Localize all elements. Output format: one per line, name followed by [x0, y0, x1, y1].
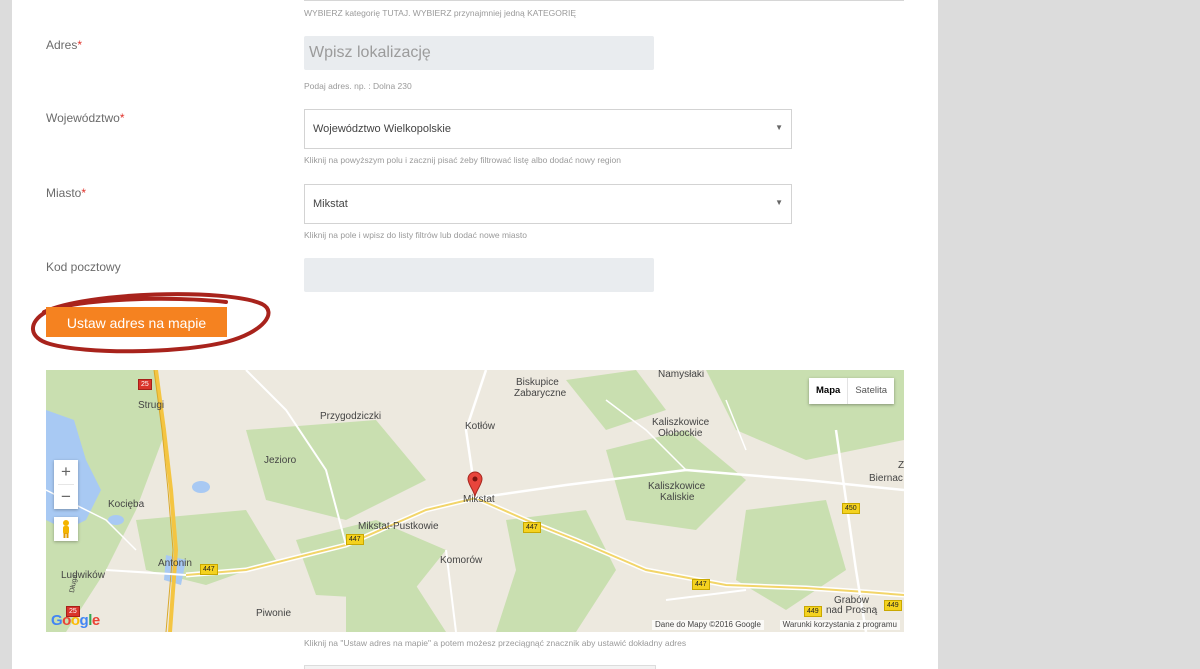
- address-hint: Podaj adres. np. : Dolna 230: [304, 81, 412, 91]
- place-label: Biernac: [869, 473, 903, 484]
- map-terms-link[interactable]: Warunki korzystania z programu: [779, 620, 900, 630]
- map-attribution: Dane do Mapy ©2016 Google: [652, 620, 764, 630]
- set-address-on-map-button[interactable]: Ustaw adres na mapie: [46, 307, 227, 337]
- city-label: Miasto*: [46, 186, 86, 200]
- road-shield: 25: [138, 379, 152, 390]
- region-select[interactable]: Województwo Wielkopolskie ▼: [304, 109, 792, 149]
- place-label: Z: [898, 460, 904, 471]
- region-label-text: Województwo: [46, 111, 120, 125]
- pegman-icon: [63, 520, 69, 538]
- zoom-control: + −: [54, 460, 78, 509]
- road-shield: 447: [692, 579, 710, 590]
- place-label: Piwonie: [256, 608, 292, 619]
- address-label: Adres*: [46, 38, 82, 52]
- region-hint: Kliknij na powyższym polu i zacznij pisa…: [304, 155, 622, 165]
- place-label: Kaliszkowice: [652, 417, 710, 428]
- category-field-border: [304, 0, 904, 1]
- place-label: Komorów: [440, 555, 483, 566]
- zoom-in-button[interactable]: +: [54, 460, 78, 484]
- place-label: Kaliskie: [660, 492, 695, 503]
- place-label: Jezioro: [264, 455, 297, 466]
- place-label: Antonin: [158, 558, 192, 569]
- place-label: Przygodziczki: [320, 411, 382, 422]
- road-shield: 450: [842, 503, 860, 514]
- map-type-map-button[interactable]: Mapa: [809, 378, 847, 404]
- required-mark: *: [77, 38, 83, 52]
- place-label: Kaliszkowice: [648, 481, 706, 492]
- place-label: Namysłaki: [658, 370, 705, 380]
- place-label: Strugi: [138, 400, 165, 411]
- city-select-value: Mikstat: [313, 198, 348, 210]
- chevron-down-icon: ▼: [775, 198, 783, 207]
- place-label: Ołobockie: [658, 428, 703, 439]
- postal-code-input[interactable]: [304, 258, 654, 292]
- required-mark: *: [81, 186, 87, 200]
- place-label: Zabaryczne: [514, 388, 567, 399]
- region-select-value: Województwo Wielkopolskie: [313, 123, 451, 135]
- place-label: Ludwików: [61, 570, 105, 581]
- category-hint: WYBIERZ kategorię TUTAJ. WYBIERZ przynaj…: [304, 8, 577, 18]
- road-shield: 447: [200, 564, 218, 575]
- city-label-text: Miasto: [46, 186, 82, 200]
- road-shield: 447: [523, 522, 541, 533]
- zoom-out-button[interactable]: −: [54, 485, 78, 509]
- place-label: Kotłów: [465, 421, 496, 432]
- map-hint: Kliknij na "Ustaw adres na mapie" a pote…: [304, 638, 687, 648]
- address-label-text: Adres: [46, 38, 78, 52]
- map-marker-icon[interactable]: [467, 471, 483, 497]
- form-panel: WYBIERZ kategorię TUTAJ. WYBIERZ przynaj…: [12, 0, 938, 669]
- place-label: Kocięba: [108, 499, 145, 510]
- region-label: Województwo*: [46, 111, 124, 125]
- city-hint: Kliknij na pole i wpisz do listy filtrów…: [304, 230, 527, 240]
- postal-label: Kod pocztowy: [46, 260, 121, 274]
- street-view-pegman-icon[interactable]: [54, 517, 78, 541]
- city-select[interactable]: Mikstat ▼: [304, 184, 792, 224]
- road-shield: 449: [804, 606, 822, 617]
- map-type-control: Mapa Satelita: [809, 378, 894, 404]
- required-mark: *: [119, 111, 125, 125]
- next-field-input[interactable]: [304, 665, 656, 669]
- google-logo: Google: [51, 612, 100, 629]
- road-shield: 449: [884, 600, 902, 611]
- place-label: nad Prosną: [826, 605, 878, 616]
- place-label: Mikstat-Pustkowie: [358, 521, 439, 532]
- chevron-down-icon: ▼: [775, 123, 783, 132]
- road-shield: 447: [346, 534, 364, 545]
- map-view[interactable]: Namysłaki Biskupice Zabaryczne Strugi Pr…: [46, 370, 904, 632]
- address-input[interactable]: Wpisz lokalizację: [304, 36, 654, 70]
- map-type-satellite-button[interactable]: Satelita: [847, 378, 894, 404]
- place-label: Biskupice: [516, 377, 559, 388]
